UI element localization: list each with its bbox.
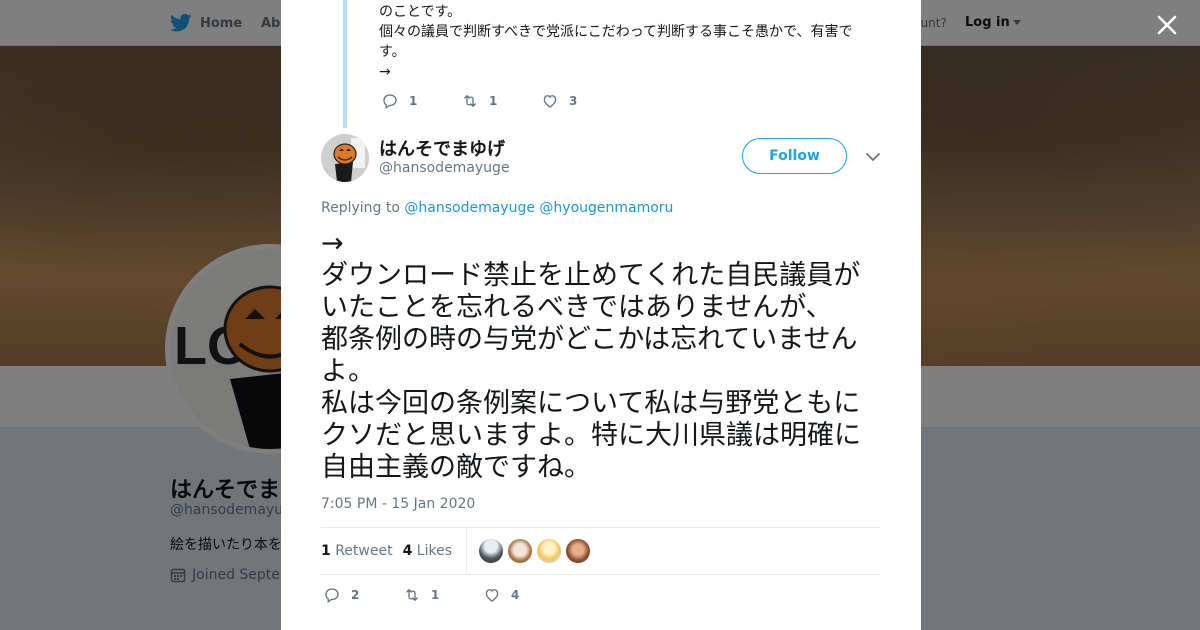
- like-stat-label: Likes: [416, 543, 452, 559]
- previous-tweet-line: 個々の議員で判断すべきで党派にこだわって判断する事こそ愚かで、有害で: [379, 24, 853, 40]
- retweet-icon: [464, 95, 476, 107]
- replying-prefix: Replying to: [321, 200, 400, 216]
- retweet-stat-count: 1: [321, 543, 331, 559]
- like-button[interactable]: 3: [541, 92, 621, 110]
- reply-count: 2: [351, 588, 360, 602]
- liker-avatars: [479, 539, 590, 563]
- heart-icon: [485, 589, 499, 602]
- heart-icon: [543, 95, 557, 108]
- stats-divider: [466, 528, 467, 574]
- tweet-modal: のことです。 個々の議員で判断すべきで党派にこだわって判断する事こそ愚かで、有害…: [281, 0, 921, 630]
- retweet-stat[interactable]: 1 Retweet: [321, 543, 393, 559]
- previous-tweet-line: のことです。: [379, 4, 462, 20]
- author-name[interactable]: はんそでまゆげ: [379, 135, 505, 161]
- tweet-text-line: 自由主義の敵ですね。: [321, 452, 591, 483]
- retweet-button[interactable]: 1: [461, 92, 541, 110]
- replying-to-link[interactable]: @hyougenmamoru: [539, 200, 673, 216]
- tweet-timestamp[interactable]: 7:05 PM - 15 Jan 2020: [321, 496, 475, 512]
- like-stat-count: 4: [402, 543, 413, 559]
- tweet-text-line: クソだと思いますよ。特に大川県議は明確に: [321, 420, 861, 451]
- like-stat[interactable]: 4 Likes: [403, 543, 452, 559]
- reply-count: 1: [409, 94, 418, 108]
- previous-tweet-text: のことです。 個々の議員で判断すべきで党派にこだわって判断する事こそ愚かで、有害…: [379, 2, 869, 82]
- previous-tweet-actions: 1 1 3: [381, 92, 621, 110]
- reply-icon: [325, 588, 339, 604]
- tweet-text-line: 都条例の時の与党がどこかは忘れていません: [321, 324, 858, 355]
- tweet-text-line: 私は今回の条例案について私は与野党ともに: [321, 388, 861, 419]
- like-button[interactable]: 4: [483, 586, 563, 604]
- retweet-count: 1: [431, 588, 440, 602]
- retweet-count: 1: [489, 94, 498, 108]
- reply-button[interactable]: 1: [381, 92, 461, 110]
- reply-button[interactable]: 2: [323, 586, 403, 604]
- chevron-down-icon[interactable]: [865, 150, 881, 164]
- liker-avatar[interactable]: [479, 539, 503, 563]
- tweet-text-line: →: [321, 228, 344, 259]
- like-count: 4: [511, 588, 520, 602]
- previous-tweet-line: →: [379, 64, 391, 80]
- tweet-text-line: ダウンロード禁止を止めてくれた自民議員が: [321, 260, 861, 291]
- previous-tweet-line: す。: [379, 44, 406, 60]
- author-avatar[interactable]: [321, 134, 369, 182]
- liker-avatar[interactable]: [508, 539, 532, 563]
- tweet-text: → ダウンロード禁止を止めてくれた自民議員が いたことを忘れるべきではありません…: [321, 228, 896, 484]
- tweet-text-line: いたことを忘れるべきではありませんが、: [321, 292, 833, 323]
- retweet-stat-label: Retweet: [335, 543, 393, 559]
- retweet-icon: [406, 589, 418, 601]
- tweet-text-line: よ。: [321, 356, 375, 387]
- tweet-stats: 1 Retweet 4 Likes: [321, 527, 881, 575]
- retweet-button[interactable]: 1: [403, 586, 483, 604]
- pumpkin-avatar-icon: [321, 134, 369, 182]
- close-icon[interactable]: [1152, 10, 1182, 40]
- liker-avatar[interactable]: [537, 539, 561, 563]
- liker-avatar[interactable]: [566, 539, 590, 563]
- author-handle[interactable]: @hansodemayuge: [379, 160, 510, 176]
- like-count: 3: [569, 94, 578, 108]
- thread-connector-line: [343, 0, 347, 128]
- replying-to: Replying to @hansodemayuge @hyougenmamor…: [321, 200, 673, 216]
- follow-button[interactable]: Follow: [742, 138, 847, 174]
- reply-icon: [383, 94, 397, 110]
- replying-to-link[interactable]: @hansodemayuge: [404, 200, 535, 216]
- tweet-actions: 2 1 4: [323, 586, 563, 604]
